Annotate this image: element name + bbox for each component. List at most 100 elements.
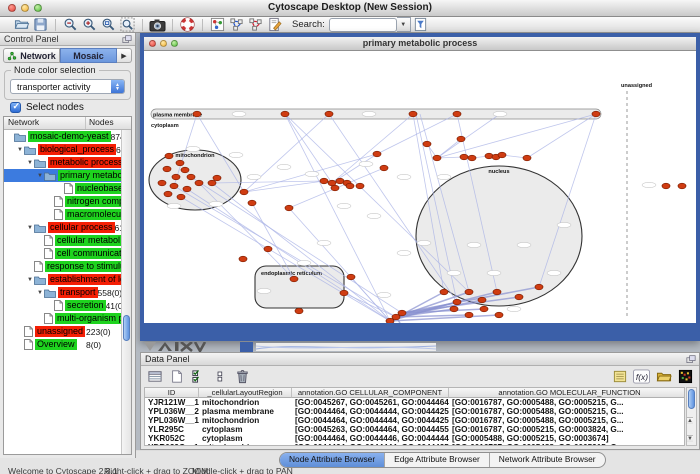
- expander-triangle-icon[interactable]: ▼: [36, 173, 44, 179]
- scroll-up-arrow[interactable]: ▲: [687, 417, 693, 424]
- tree-row[interactable]: ▼biological_process651(0): [4, 143, 121, 156]
- search-dropdown-arrow[interactable]: ▼: [397, 17, 411, 32]
- open-file-icon[interactable]: [12, 17, 31, 32]
- network-view-window[interactable]: primary metabolic process plasma membran…: [140, 33, 700, 341]
- delete-attribute-trash-icon[interactable]: [234, 369, 251, 385]
- table-column-header[interactable]: annotation.GO MOLECULAR_FUNCTION: [449, 388, 685, 398]
- vizmapper-icon[interactable]: [208, 17, 227, 32]
- network-node[interactable]: [678, 183, 686, 189]
- network-node[interactable]: [290, 276, 298, 282]
- tree-scrollbar-thumb[interactable]: [123, 315, 130, 341]
- network-node[interactable]: [331, 185, 339, 191]
- function-builder-icon[interactable]: f(x): [633, 369, 650, 385]
- table-row[interactable]: YDR039C__1mitochondrion[GO:0044464, GO:0…: [145, 443, 684, 446]
- layout-network-blue-icon[interactable]: [227, 17, 246, 32]
- network-node[interactable]: [465, 312, 473, 318]
- save-session-icon[interactable]: [31, 17, 50, 32]
- expander-triangle-icon[interactable]: ▼: [36, 290, 44, 296]
- network-edge[interactable]: [437, 139, 461, 158]
- network-node[interactable]: [170, 183, 178, 189]
- node-color-dropdown[interactable]: transporter activity ▲▼: [10, 79, 125, 94]
- network-node[interactable]: [158, 180, 166, 186]
- network-edge[interactable]: [244, 114, 329, 192]
- tree-row[interactable]: ▼establishment of lo558(0): [4, 273, 121, 286]
- network-node[interactable]: [380, 165, 388, 171]
- network-node[interactable]: [468, 155, 476, 161]
- float-panel-icon[interactable]: [122, 35, 132, 46]
- annotation-icon[interactable]: [265, 17, 284, 32]
- tree-row[interactable]: response to stimulu264(0): [4, 260, 121, 273]
- tree-row[interactable]: ▼transport558(0): [4, 286, 121, 299]
- help-lifesaver-icon[interactable]: [178, 17, 197, 32]
- network-node[interactable]: [592, 111, 600, 117]
- load-attributes-folder-icon[interactable]: [655, 369, 672, 385]
- network-node[interactable]: [480, 306, 488, 312]
- network-node[interactable]: [465, 289, 473, 295]
- table-column-header[interactable]: annotation.GO CELLULAR_COMPONENT: [292, 388, 449, 398]
- expander-triangle-icon[interactable]: ▼: [16, 147, 24, 153]
- network-node[interactable]: [165, 153, 173, 159]
- network-node[interactable]: [181, 167, 189, 173]
- tree-row[interactable]: mosaic-demo-yeast874(0): [4, 130, 121, 143]
- network-node[interactable]: [535, 284, 543, 290]
- network-node[interactable]: [523, 155, 531, 161]
- network-node[interactable]: [193, 111, 201, 117]
- network-node[interactable]: [460, 154, 468, 160]
- zoom-out-icon[interactable]: [61, 17, 80, 32]
- network-node[interactable]: [281, 111, 289, 117]
- data-panel-float-icon[interactable]: [686, 355, 696, 366]
- tree-row[interactable]: unassigned223(0): [4, 325, 121, 338]
- matrix-view-icon[interactable]: [677, 369, 694, 385]
- network-edge[interactable]: [527, 114, 596, 158]
- network-node[interactable]: [240, 189, 248, 195]
- attribute-select-icon[interactable]: [146, 369, 163, 385]
- network-node[interactable]: [493, 289, 501, 295]
- tree-row[interactable]: multi-organism pro42(0): [4, 312, 121, 325]
- network-edge[interactable]: [199, 183, 294, 279]
- network-edge[interactable]: [437, 114, 500, 158]
- network-window-titlebar[interactable]: primary metabolic process: [144, 37, 696, 51]
- table-column-header[interactable]: _cellularLayoutRegion: [199, 388, 292, 398]
- network-node[interactable]: [295, 308, 303, 314]
- network-node[interactable]: [450, 306, 458, 312]
- tree-column-nodes[interactable]: Nodes: [86, 117, 131, 129]
- table-scrollbar[interactable]: ▲ ▼: [686, 387, 697, 446]
- unselect-attributes-icon[interactable]: [212, 369, 229, 385]
- search-input[interactable]: [329, 18, 397, 32]
- table-row[interactable]: YLR295Ccytoplasm[GO:0045263, GO:0044464,…: [145, 425, 684, 434]
- snapshot-camera-icon[interactable]: [148, 17, 167, 32]
- network-node[interactable]: [453, 299, 461, 305]
- tab-network[interactable]: Network: [3, 48, 60, 63]
- layout-network-red-icon[interactable]: [246, 17, 265, 32]
- search-filter-icon[interactable]: [411, 17, 430, 32]
- table-scrollbar-thumb[interactable]: [688, 389, 695, 409]
- network-node[interactable]: [208, 180, 216, 186]
- network-node[interactable]: [423, 141, 431, 147]
- zoom-in-icon[interactable]: [80, 17, 99, 32]
- tab-overflow-arrow[interactable]: ▶: [117, 48, 132, 63]
- zoom-fit-icon[interactable]: [99, 17, 118, 32]
- network-canvas[interactable]: plasma membranemitochondrionnucleusendop…: [144, 51, 696, 323]
- tab-network-attribute-browser[interactable]: Network Attribute Browser: [490, 453, 605, 467]
- network-node[interactable]: [163, 166, 171, 172]
- network-node[interactable]: [433, 155, 441, 161]
- select-attributes-icon[interactable]: [190, 369, 207, 385]
- network-node[interactable]: [356, 183, 364, 189]
- network-node[interactable]: [213, 175, 221, 181]
- scroll-down-arrow[interactable]: ▼: [687, 435, 693, 442]
- network-node[interactable]: [239, 256, 247, 262]
- expander-triangle-icon[interactable]: ▼: [26, 225, 34, 231]
- table-row[interactable]: YPL036W__2plasma membrane[GO:0044464, GO…: [145, 407, 684, 416]
- network-node[interactable]: [453, 111, 461, 117]
- network-node[interactable]: [325, 111, 333, 117]
- compartment-nucleus[interactable]: [416, 166, 582, 306]
- tree-row[interactable]: cellular metabol209(0): [4, 234, 121, 247]
- network-node[interactable]: [440, 289, 448, 295]
- network-node[interactable]: [373, 151, 381, 157]
- tab-node-attribute-browser[interactable]: Node Attribute Browser: [280, 453, 385, 467]
- network-node[interactable]: [183, 186, 191, 192]
- tree-row[interactable]: nitrogen compo209(0): [4, 195, 121, 208]
- table-row[interactable]: YJR121W__1mitochondrion[GO:0045267, GO:0…: [145, 398, 684, 407]
- tree-row[interactable]: macromolecule311(0): [4, 208, 121, 221]
- network-node[interactable]: [398, 310, 406, 316]
